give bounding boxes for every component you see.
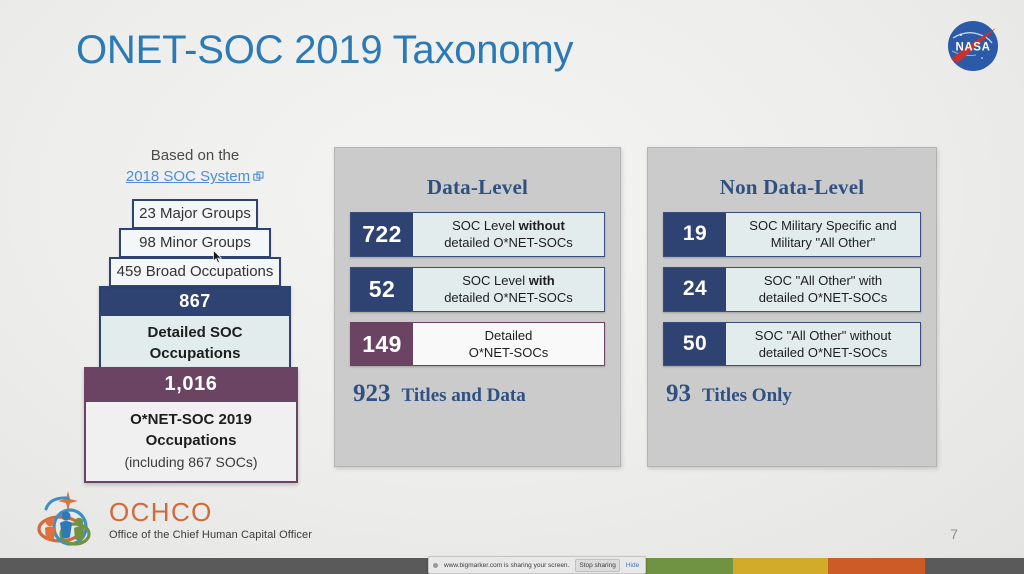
row-label-line2: detailed O*NET-SOCs [758,345,888,361]
pyramid-step-broad: 459 Broad Occupations [109,256,281,287]
row-label: SOC Military Specific and Military "All … [726,213,920,256]
row-count: 24 [664,267,726,311]
page-title: ONET-SOC 2019 Taxonomy [76,28,574,72]
share-status-icon [433,562,438,568]
non-data-level-panel: Non Data-Level 19 SOC Military Specific … [647,147,937,467]
row-label-line1: Detailed [484,327,533,343]
svg-text:NASA: NASA [956,42,991,54]
data-level-total-count: 923 [353,380,391,408]
row-label-line1: SOC Level with [462,272,555,288]
pyramid-step-minor: 98 Minor Groups [119,227,271,258]
data-level-panel: Data-Level 722 SOC Level without detaile… [334,147,621,467]
ochco-text: OCHCO Office of the Chief Human Capital … [109,499,312,541]
row-label: SOC "All Other" with detailed O*NET-SOCs [726,267,920,311]
row-count: 19 [664,213,726,256]
nasa-logo-icon: NASA [944,17,1002,75]
row-label-line1: SOC "All Other" with [763,272,883,288]
table-row: 50 SOC "All Other" without detailed O*NE… [663,321,921,367]
screen-share-notification: www.bigmarker.com is sharing your screen… [428,556,647,574]
row-label-line1: SOC "All Other" without [754,327,892,343]
row-count: 52 [351,267,413,311]
non-data-level-panel-title: Non Data-Level [719,175,865,199]
pyramid-base-count: 867 [101,287,289,316]
bar-tail [925,558,1024,574]
soc-system-link[interactable]: 2018 SOC System [80,167,310,188]
non-data-level-total: 93 Titles Only [648,376,936,408]
stop-sharing-button[interactable]: Stop sharing [575,558,620,572]
table-row: 722 SOC Level without detailed O*NET-SOC… [350,212,605,257]
pyramid-base-label: Detailed SOC Occupations [101,315,289,373]
non-data-level-total-count: 93 [666,380,691,408]
data-level-total-label: Titles and Data [401,385,526,407]
row-label-line2: detailed O*NET-SOCs [444,235,573,251]
data-level-rows: 722 SOC Level without detailed O*NET-SOC… [335,202,620,367]
row-label: SOC "All Other" without detailed O*NET-S… [726,322,920,366]
row-label-line2: detailed O*NET-SOCs [444,290,573,306]
slide-surface: ONET-SOC 2019 Taxonomy NASA Based on the… [0,0,1024,558]
ochco-subtitle: Office of the Chief Human Capital Office… [109,529,313,541]
non-data-level-rows: 19 SOC Military Specific and Military "A… [648,202,936,367]
table-row: 52 SOC Level with detailed O*NET-SOCs [350,266,605,312]
row-count: 722 [351,213,413,256]
bar-segment-green [637,558,733,574]
onet-soc-box-note: (including 867 SOCs) [124,453,258,470]
onet-soc-occupations-box: 1,016 O*NET-SOC 2019 Occupations (includ… [84,367,298,484]
ochco-logo: OCHCO Office of the Chief Human Capital … [34,489,312,551]
row-label: Detailed O*NET-SOCs [413,322,604,366]
pyramid-base: 867 Detailed SOC Occupations [99,285,291,375]
soc-system-link-label: 2018 SOC System [125,168,251,186]
onet-soc-box-line2: Occupations [145,432,237,450]
row-label-line1: SOC Military Specific and [749,218,897,233]
bar-segment-orange [828,558,925,574]
mouse-cursor-icon [213,249,223,264]
pyramid-intro-text: Based on the [150,147,240,164]
row-count: 149 [351,322,413,366]
table-row: 19 SOC Military Specific and Military "A… [663,212,921,257]
pyramid-steps: 23 Major Groups 98 Minor Groups 459 Broa… [80,198,310,287]
external-link-icon [253,168,264,188]
onet-soc-box-line1: O*NET-SOC 2019 [130,411,252,428]
onet-soc-box-body: O*NET-SOC 2019 Occupations (including 86… [86,402,296,482]
pyramid-base-label-line2: Occupations [149,345,241,363]
share-message: www.bigmarker.com is sharing your screen… [444,561,570,569]
row-count: 50 [664,322,726,366]
screen-capture: ONET-SOC 2019 Taxonomy NASA Based on the… [0,0,1024,574]
row-label-line1: SOC Level without [452,218,565,233]
bar-segment-gold [733,558,828,574]
onet-soc-total-count: 1,016 [86,369,296,402]
hide-notification-button[interactable]: Hide [626,562,641,569]
row-label: SOC Level with detailed O*NET-SOCs [413,267,604,311]
row-label-line2: detailed O*NET-SOCs [758,290,888,306]
non-data-level-total-label: Titles Only [702,385,792,407]
table-row: 149 Detailed O*NET-SOCs [350,321,605,367]
soc-pyramid: Based on the 2018 SOC System 23 Major Gr… [80,146,310,375]
table-row: 24 SOC "All Other" with detailed O*NET-S… [663,266,921,312]
data-level-panel-title: Data-Level [426,175,529,199]
row-label-line2: Military "All Other" [770,235,876,251]
data-level-total: 923 Titles and Data [335,376,620,408]
row-label-line2: O*NET-SOCs [468,345,549,361]
ochco-emblem-icon [34,489,100,551]
ochco-name: OCHCO [109,497,213,527]
pyramid-step-major: 23 Major Groups [132,198,258,229]
pyramid-base-label-line1: Detailed SOC [147,323,243,341]
page-number: 7 [950,526,958,542]
row-label: SOC Level without detailed O*NET-SOCs [413,213,604,256]
